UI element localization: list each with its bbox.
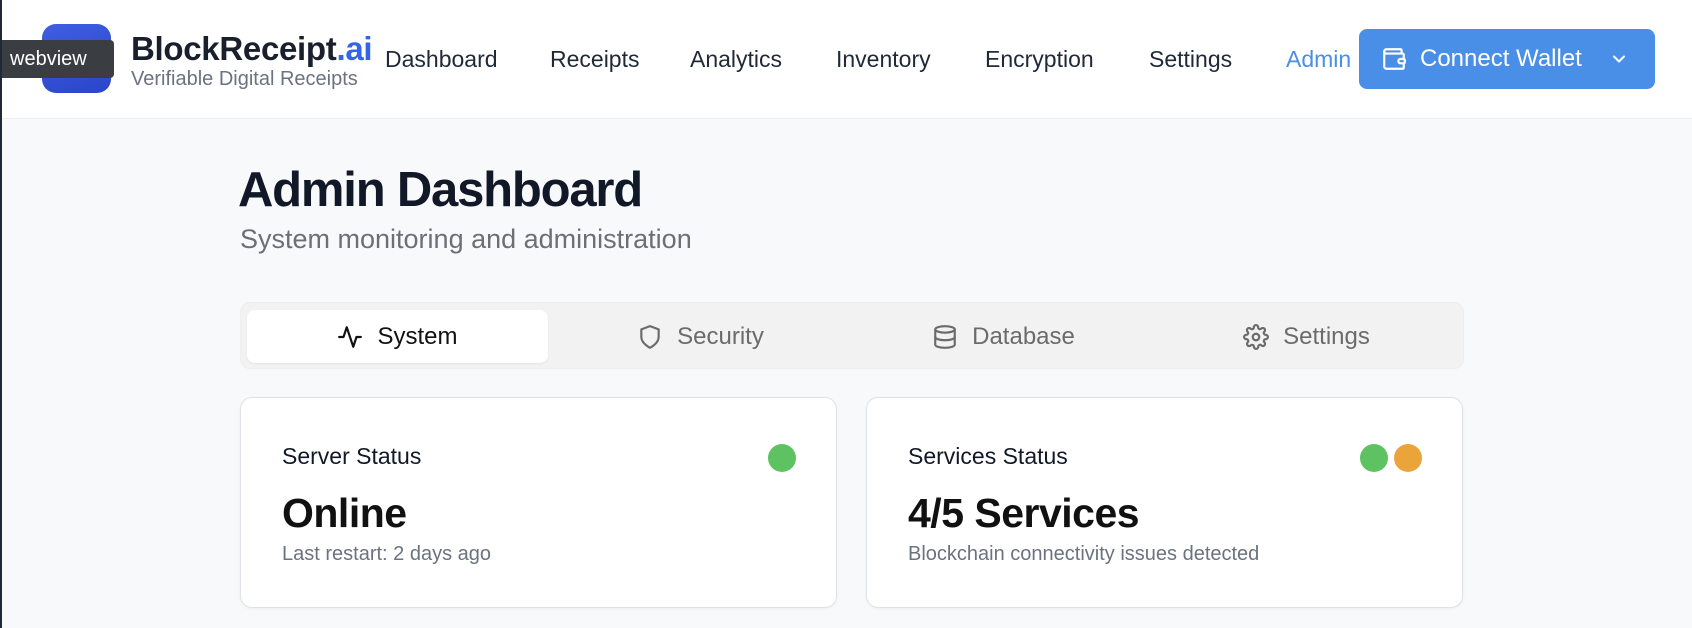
webview-label: webview: [0, 40, 114, 78]
status-indicator-ok: [1360, 444, 1388, 472]
top-header: webview BlockReceipt.ai Verifiable Digit…: [0, 0, 1692, 119]
tab-settings[interactable]: Settings: [1156, 310, 1457, 363]
nav-item-encryption[interactable]: Encryption: [985, 46, 1094, 73]
tab-security-label: Security: [677, 322, 764, 350]
card-title: Services Status: [908, 443, 1068, 469]
server-status-card: Server Status Online Last restart: 2 day…: [240, 397, 837, 608]
wallet-icon: [1381, 46, 1407, 72]
nav-item-dashboard[interactable]: Dashboard: [385, 46, 498, 73]
card-value: Online: [282, 490, 407, 536]
card-value: 4/5 Services: [908, 490, 1140, 536]
services-status-card: Services Status 4/5 Services Blockchain …: [866, 397, 1463, 608]
card-note: Last restart: 2 days ago: [282, 543, 492, 565]
page-subtitle: System monitoring and administration: [240, 224, 692, 254]
database-icon: [932, 324, 958, 350]
nav-item-inventory[interactable]: Inventory: [836, 46, 931, 73]
activity-icon: [337, 324, 363, 350]
connect-wallet-label: Connect Wallet: [1420, 45, 1582, 72]
nav-item-settings[interactable]: Settings: [1149, 46, 1232, 73]
gear-icon: [1243, 323, 1270, 350]
brand-name-accent: .ai: [336, 30, 373, 67]
shield-icon: [637, 324, 663, 350]
page-title: Admin Dashboard: [238, 163, 643, 217]
brand-name[interactable]: BlockReceipt.ai: [131, 30, 373, 68]
nav-item-admin[interactable]: Admin: [1286, 46, 1351, 73]
tab-security[interactable]: Security: [550, 310, 851, 363]
status-indicator-warning: [1394, 444, 1422, 472]
admin-tabs: System Security Database Settings: [240, 302, 1464, 369]
nav-item-analytics[interactable]: Analytics: [690, 46, 782, 73]
tab-database[interactable]: Database: [853, 310, 1154, 363]
tab-system-label: System: [377, 322, 458, 350]
chevron-down-icon: [1609, 49, 1629, 69]
window-edge: [0, 0, 2, 628]
brand-name-main: BlockReceipt: [131, 30, 337, 67]
card-note: Blockchain connectivity issues detected: [908, 543, 1260, 565]
tab-system[interactable]: System: [247, 310, 548, 363]
tab-settings-label: Settings: [1283, 322, 1370, 350]
status-indicator-online: [768, 444, 796, 472]
connect-wallet-button[interactable]: Connect Wallet: [1359, 29, 1655, 89]
app-window: webview BlockReceipt.ai Verifiable Digit…: [0, 0, 1692, 628]
tab-database-label: Database: [972, 322, 1075, 350]
card-title: Server Status: [282, 443, 422, 469]
brand-tagline: Verifiable Digital Receipts: [131, 68, 358, 90]
nav-item-receipts[interactable]: Receipts: [550, 46, 639, 73]
